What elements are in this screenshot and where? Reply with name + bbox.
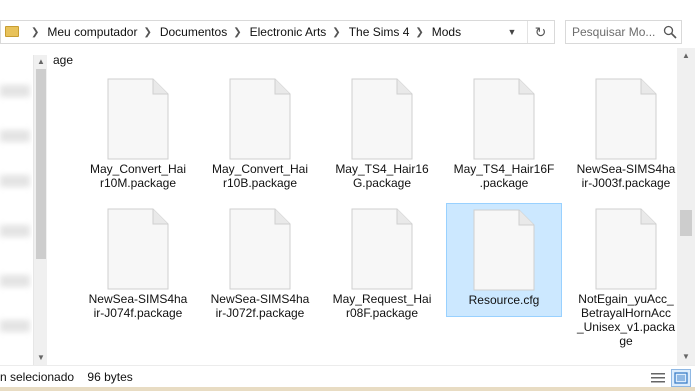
file-item[interactable]: May_Request_Hai r08F.package <box>324 208 440 320</box>
file-name-line: May_TS4_Hair16 <box>335 162 429 176</box>
breadcrumb-separator-icon[interactable]: ❯ <box>415 27 423 38</box>
file-name-line: NewSea-SIMS4ha <box>210 292 310 306</box>
file-name-line: BetrayalHornAcc <box>580 306 672 320</box>
details-view-icon <box>651 373 665 383</box>
nav-item-blurred[interactable] <box>0 130 30 142</box>
scroll-down-icon[interactable]: ▼ <box>34 351 48 365</box>
nav-item-blurred[interactable] <box>0 320 30 332</box>
file-name-line: May_Request_Hai <box>332 292 432 306</box>
breadcrumb: ❯ Meu computador ❯ Documentos ❯ Electron… <box>25 21 461 43</box>
generic-file-icon <box>473 209 535 291</box>
file-list[interactable]: age May_Convert_Hai r10M.package May_Conve… <box>47 48 677 365</box>
address-dropdown-icon[interactable]: ▼ <box>501 21 523 43</box>
generic-file-icon <box>107 78 169 160</box>
scroll-up-icon[interactable]: ▲ <box>34 55 48 69</box>
selection-status: n selecionado <box>0 370 75 384</box>
file-item[interactable]: NewSea-SIMS4ha ir-J003f.package <box>568 78 677 190</box>
file-name-line: r10M.package <box>99 176 177 190</box>
file-item[interactable]: May_Convert_Hai r10M.package <box>80 78 196 190</box>
refresh-icon[interactable]: ↻ <box>527 21 553 43</box>
navigation-scrollbar[interactable]: ▲ ▼ <box>33 55 47 365</box>
selection-size: 96 bytes <box>87 370 133 384</box>
content-scrollbar[interactable]: ▲ ▼ <box>677 48 695 365</box>
generic-file-icon <box>473 78 535 160</box>
nav-item-blurred[interactable] <box>0 85 30 97</box>
navigation-pane[interactable] <box>0 55 32 365</box>
folder-icon <box>5 26 19 37</box>
generic-file-icon <box>107 208 169 290</box>
window-bottom-edge <box>0 387 695 391</box>
file-name-line: Resource.cfg <box>468 293 540 307</box>
scroll-thumb[interactable] <box>36 69 46 259</box>
file-name-line: May_Convert_Hai <box>211 162 309 176</box>
status-bar: n selecionado 96 bytes <box>0 365 695 391</box>
scroll-down-icon[interactable]: ▼ <box>677 349 695 365</box>
search-input[interactable] <box>566 21 658 43</box>
breadcrumb-electronic-arts[interactable]: Electronic Arts <box>250 25 327 39</box>
generic-file-icon <box>595 208 657 290</box>
file-name-line: ge <box>619 334 633 348</box>
nav-item-blurred[interactable] <box>0 175 30 187</box>
generic-file-icon <box>595 78 657 160</box>
file-name-line: May_TS4_Hair16F <box>453 162 555 176</box>
file-name-line: ir-J072f.package <box>215 306 305 320</box>
file-name-line: ir-J074f.package <box>93 306 183 320</box>
file-name-line: r10B.package <box>222 176 298 190</box>
details-view-button[interactable] <box>648 369 668 387</box>
breadcrumb-separator-icon[interactable]: ❯ <box>31 27 39 38</box>
file-item[interactable]: May_TS4_Hair16 G.package <box>324 78 440 190</box>
generic-file-icon <box>351 78 413 160</box>
large-icons-view-icon <box>674 372 688 384</box>
search-icon[interactable] <box>663 25 677 39</box>
breadcrumb-the-sims-4[interactable]: The Sims 4 <box>349 25 410 39</box>
scroll-up-icon[interactable]: ▲ <box>677 48 695 64</box>
breadcrumb-separator-icon[interactable]: ❯ <box>143 27 151 38</box>
breadcrumb-mods[interactable]: Mods <box>432 25 461 39</box>
file-name-line: May_Convert_Hai <box>89 162 187 176</box>
file-item[interactable]: May_Convert_Hai r10B.package <box>202 78 318 190</box>
search-box[interactable] <box>565 20 682 44</box>
breadcrumb-meu-computador[interactable]: Meu computador <box>47 25 137 39</box>
file-name-line: NewSea-SIMS4ha <box>88 292 188 306</box>
file-item[interactable]: NewSea-SIMS4ha ir-J072f.package <box>202 208 318 320</box>
file-name-line: NotEgain_yuAcc_ <box>578 292 674 306</box>
address-bar[interactable]: ❯ Meu computador ❯ Documentos ❯ Electron… <box>0 20 555 44</box>
file-name-line: NewSea-SIMS4ha <box>576 162 676 176</box>
file-item[interactable]: NotEgain_yuAcc_ BetrayalHornAcc _Unisex_v1… <box>568 208 677 348</box>
file-name-line: r08F.package <box>345 306 419 320</box>
nav-item-blurred[interactable] <box>0 275 30 287</box>
large-icons-view-button[interactable] <box>671 369 691 387</box>
file-name-line: .package <box>479 176 529 190</box>
file-name-line: _Unisex_v1.packa <box>576 320 676 334</box>
status-text: n selecionado 96 bytes <box>0 370 143 384</box>
file-name-line: G.package <box>352 176 412 190</box>
nav-item-blurred[interactable] <box>0 225 30 237</box>
file-name-line: ir-J003f.package <box>581 176 671 190</box>
partial-file-item[interactable]: age <box>47 53 163 67</box>
file-name: age <box>52 53 74 67</box>
breadcrumb-separator-icon[interactable]: ❯ <box>332 27 340 38</box>
generic-file-icon <box>229 208 291 290</box>
generic-file-icon <box>351 208 413 290</box>
file-item[interactable]: May_TS4_Hair16F .package <box>446 78 562 190</box>
breadcrumb-documentos[interactable]: Documentos <box>160 25 227 39</box>
breadcrumb-separator-icon[interactable]: ❯ <box>233 27 241 38</box>
file-item[interactable]: Resource.cfg <box>446 203 562 317</box>
file-item[interactable]: NewSea-SIMS4ha ir-J074f.package <box>80 208 196 320</box>
generic-file-icon <box>229 78 291 160</box>
scroll-thumb[interactable] <box>680 210 692 236</box>
